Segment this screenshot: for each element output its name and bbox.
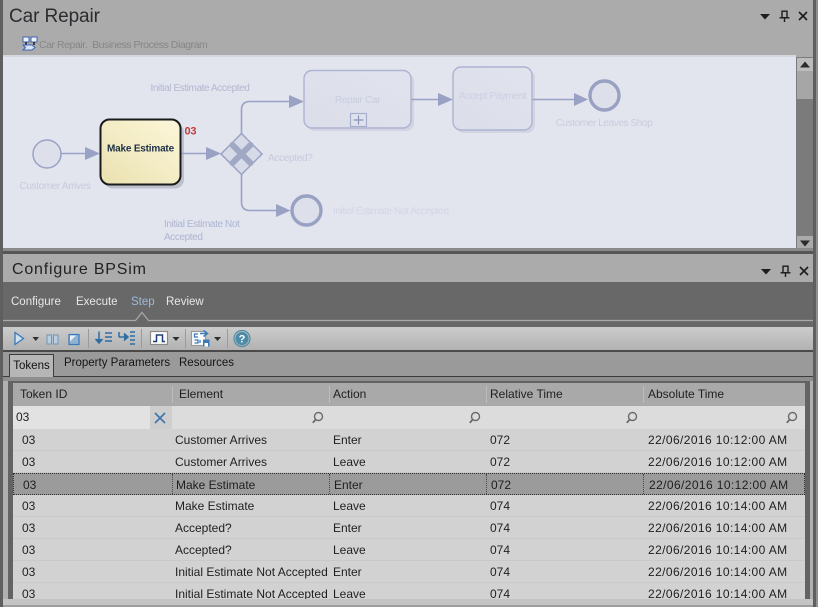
svg-text:Initial Estimate Accepted: Initial Estimate Accepted xyxy=(151,83,250,94)
svg-text:Repair Car: Repair Car xyxy=(335,95,381,106)
svg-text:Accepted?: Accepted? xyxy=(268,153,313,164)
svg-text:Customer Arrives: Customer Arrives xyxy=(19,181,90,192)
svg-text:03: 03 xyxy=(185,126,197,138)
svg-text:Accept Payment: Accept Payment xyxy=(459,91,527,102)
svg-text:Initial Estimate Not Accepted: Initial Estimate Not Accepted xyxy=(333,206,449,217)
svg-text:Make Estimate: Make Estimate xyxy=(107,144,175,155)
svg-text:Customer Leaves Shop: Customer Leaves Shop xyxy=(556,118,653,129)
svg-text:Initial Estimate Not: Initial Estimate Not xyxy=(164,219,240,230)
svg-text:?: ? xyxy=(239,334,246,346)
svg-text:Accepted: Accepted xyxy=(164,232,203,243)
